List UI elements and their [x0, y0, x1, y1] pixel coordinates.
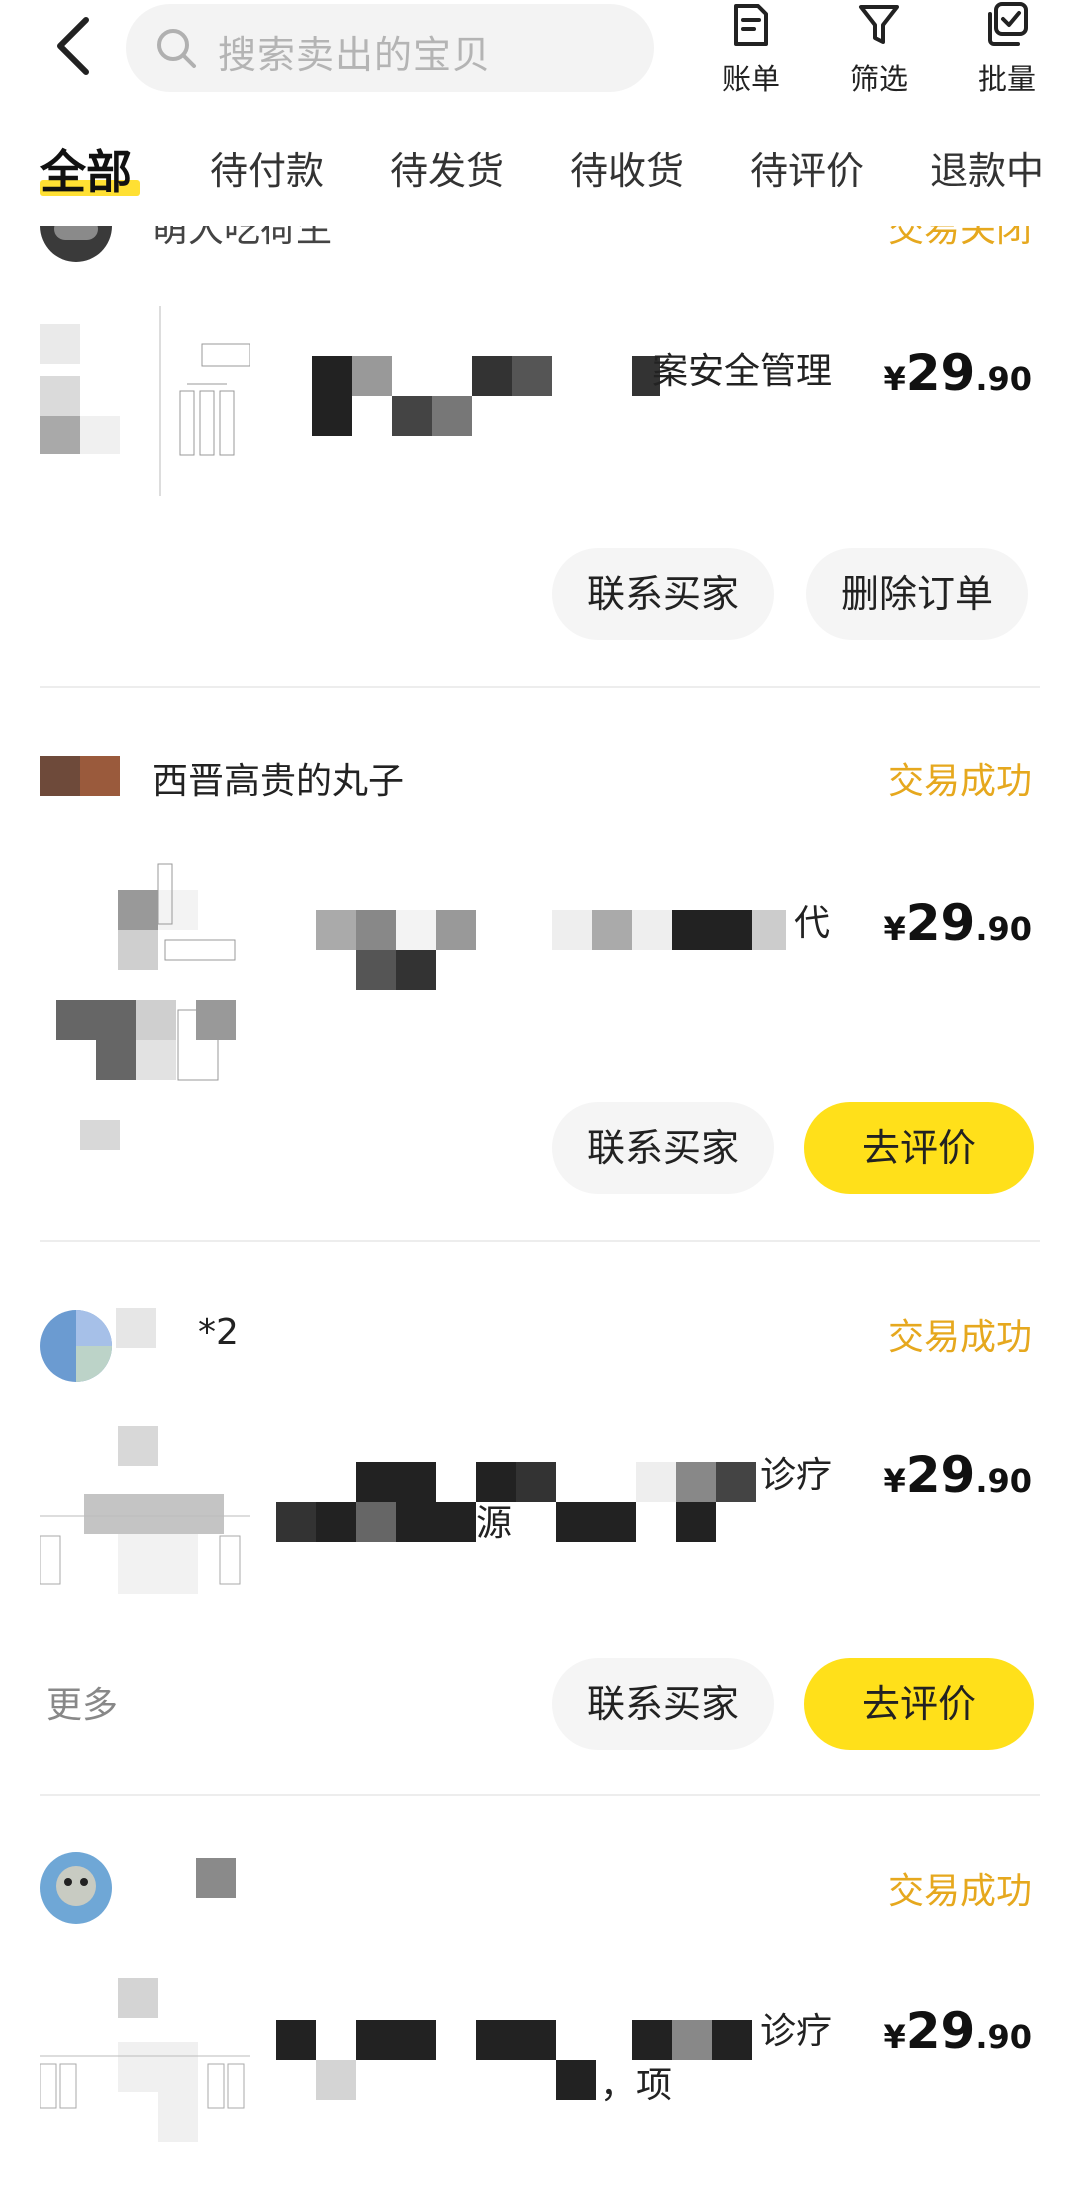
filter-button[interactable]: 筛选	[824, 0, 934, 100]
order-card[interactable]: *2 交易成功 诊疗 源 ¥29.90 更多 联系买家 去评价	[0, 1294, 1080, 1794]
tab-pending-review[interactable]: 待评价	[750, 140, 864, 195]
order-status: 交易成功	[887, 1317, 1032, 1358]
product-title[interactable]: 诊疗	[760, 1452, 860, 1500]
buyer-avatar[interactable]	[40, 1852, 112, 1924]
name-mosaic	[116, 1308, 156, 1348]
more-link[interactable]: 更多	[46, 1676, 118, 1728]
bill-button[interactable]: 账单	[696, 0, 806, 100]
order-divider	[40, 1240, 1040, 1242]
product-thumbnail[interactable]	[40, 850, 250, 1150]
contact-buyer-button[interactable]: 联系买家	[552, 548, 774, 640]
batch-label: 批量	[977, 62, 1036, 96]
order-tabs: 全部 待付款 待发货 待收货 待评价 退款中	[0, 110, 1080, 226]
product-image	[56, 863, 236, 1150]
tab-pending-payment[interactable]: 待付款	[210, 140, 324, 195]
tab-refunding[interactable]: 退款中	[930, 140, 1044, 195]
order-divider	[40, 686, 1040, 688]
product-price: ¥29.90	[883, 894, 1032, 952]
search-placeholder: 搜索卖出的宝贝	[218, 33, 492, 77]
product-title-line2: ，项	[600, 2065, 673, 2106]
batch-icon	[988, 2, 1028, 46]
filter-label: 筛选	[849, 62, 908, 96]
delete-order-button[interactable]: 删除订单	[806, 548, 1028, 640]
product-price: ¥29.90	[883, 344, 1032, 402]
back-button[interactable]	[46, 14, 106, 78]
buyer-avatar[interactable]	[40, 1310, 112, 1382]
tab-all[interactable]: 全部	[40, 136, 132, 202]
contact-buyer-button[interactable]: 联系买家	[552, 1658, 774, 1750]
buyer-avatar[interactable]	[40, 756, 120, 796]
product-image	[40, 306, 250, 496]
product-title[interactable]: 诊疗	[760, 2008, 860, 2056]
batch-button[interactable]: 批量	[952, 0, 1062, 100]
product-price: ¥29.90	[883, 2002, 1032, 2060]
order-divider	[40, 1794, 1040, 1796]
bill-label: 账单	[721, 62, 780, 96]
product-thumbnail[interactable]	[40, 1978, 260, 2208]
search-input[interactable]: 搜索卖出的宝贝	[126, 4, 654, 92]
filter-icon	[859, 5, 899, 44]
order-status: 交易成功	[887, 1871, 1032, 1912]
chevron-left-icon	[57, 17, 89, 75]
order-card[interactable]: 西晋高贵的丸子 交易成功 代 ¥29.90 联系买家 去评价	[0, 740, 1080, 1240]
product-thumbnail[interactable]	[40, 296, 250, 506]
order-status: 交易成功	[887, 761, 1032, 802]
product-title[interactable]: 案安全管理	[652, 348, 852, 396]
product-image	[40, 1978, 250, 2142]
bill-icon	[734, 4, 768, 46]
tab-pending-receipt[interactable]: 待收货	[570, 140, 684, 195]
product-image	[40, 1426, 250, 1594]
product-price: ¥29.90	[883, 1446, 1032, 1504]
buyer-name[interactable]: 西晋高贵的丸子	[152, 752, 404, 804]
title-mosaic	[316, 910, 786, 990]
top-bar: 搜索卖出的宝贝 账单 筛选 批量	[0, 0, 1080, 110]
product-thumbnail[interactable]	[40, 1426, 260, 1656]
review-button[interactable]: 去评价	[804, 1658, 1034, 1750]
product-title-line2: 源	[476, 1503, 513, 1544]
order-card[interactable]: 交易成功 诊疗 ，项 ¥29.90	[0, 1848, 1080, 2208]
product-title[interactable]: 代	[794, 900, 874, 948]
order-card[interactable]: 萌大吃荷生 交易关闭 案安全管理 ¥29.90 联系买家 删除订单	[0, 150, 1080, 690]
review-button[interactable]: 去评价	[804, 1102, 1034, 1194]
name-mosaic	[196, 1858, 236, 1898]
title-mosaic	[312, 356, 660, 436]
search-icon	[157, 29, 196, 68]
tab-pending-shipment[interactable]: 待发货	[390, 140, 504, 195]
buyer-name[interactable]: *2	[198, 1312, 239, 1353]
contact-buyer-button[interactable]: 联系买家	[552, 1102, 774, 1194]
